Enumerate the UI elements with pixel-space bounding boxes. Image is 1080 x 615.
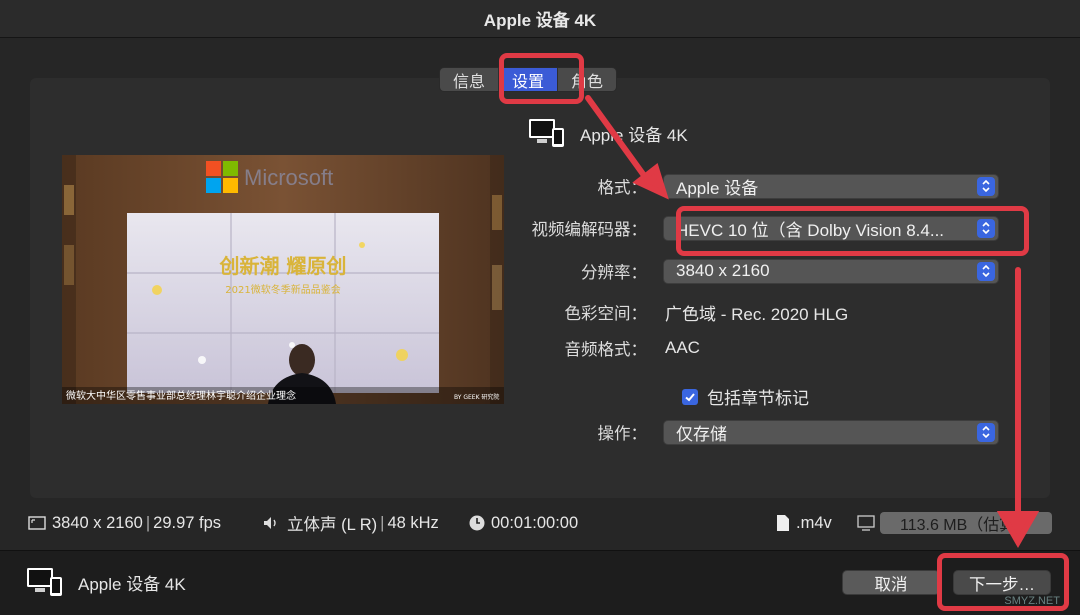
audio-stat: 立体声 (L R) | 48 kHz: [262, 511, 439, 535]
apple-devices-icon: [529, 119, 564, 147]
chapters-checkbox[interactable]: [682, 388, 698, 405]
preview-subheadline: 2021微软冬季新品品鉴会: [225, 283, 340, 296]
estimated-size: 113.6 MB（估算）: [880, 512, 1052, 534]
codec-value: HEVC 10 位（含 Dolby Vision 8.4...: [676, 220, 945, 240]
window-title: Apple 设备 4K: [483, 11, 597, 30]
action-label: 操作：: [597, 425, 648, 443]
status-fps: 29.97 fps: [153, 513, 222, 532]
resolution-row: 分辨率： 3840 x 2160: [520, 257, 1020, 285]
dialog-footer: Apple 设备 4K 取消 下一步…: [0, 550, 1080, 615]
codec-label: 视频编解码器：: [531, 221, 648, 239]
footer-preset-name: Apple 设备 4K: [78, 574, 186, 594]
frame-size-icon: [28, 516, 46, 530]
status-extension: .m4v: [796, 513, 832, 532]
format-label: 格式：: [597, 179, 648, 197]
audio-format-label: 音频格式：: [564, 341, 648, 359]
codec-popup[interactable]: HEVC 10 位（含 Dolby Vision 8.4...: [663, 215, 999, 241]
codec-row: 视频编解码器： HEVC 10 位（含 Dolby Vision 8.4...: [520, 214, 1020, 242]
audio-format-row: 音频格式： AAC: [520, 334, 1020, 362]
next-button[interactable]: 下一步…: [953, 570, 1051, 595]
status-resolution: 3840 x 2160: [52, 513, 143, 532]
preview-caption: 微软大中华区零售事业部总经理林宇聪介绍企业理念: [66, 389, 296, 402]
display-stat: [856, 515, 876, 531]
format-value: Apple 设备: [676, 178, 759, 198]
resolution-popup[interactable]: 3840 x 2160: [663, 258, 999, 284]
status-audio: 立体声 (L R): [287, 516, 378, 534]
cancel-button[interactable]: 取消: [842, 570, 940, 595]
color-space-label: 色彩空间：: [564, 305, 648, 323]
tab-settings[interactable]: 设置: [499, 68, 558, 91]
status-duration: 00:01:00:00: [491, 513, 579, 532]
resolution-stat: 3840 x 2160 | 29.97 fps: [28, 514, 221, 533]
apple-devices-icon: [27, 568, 62, 596]
file-icon: [777, 515, 789, 531]
preset-header: Apple 设备 4K: [528, 118, 688, 148]
action-popup[interactable]: 仅存储: [663, 419, 999, 445]
footer-preset: Apple 设备 4K: [26, 567, 186, 597]
clock-icon: [469, 515, 485, 531]
format-popup[interactable]: Apple 设备: [663, 173, 999, 199]
chevron-updown-icon: [977, 176, 995, 196]
tab-roles[interactable]: 角色: [558, 68, 616, 91]
watermark: SMYZ.NET: [1004, 595, 1060, 607]
status-size: 113.6 MB（估算）: [900, 517, 1032, 534]
chevron-updown-icon: [977, 422, 995, 442]
tab-info[interactable]: 信息: [440, 68, 498, 91]
audio-format-value: AAC: [665, 338, 700, 357]
color-space-value: 广色域 - Rec. 2020 HLG: [665, 304, 849, 324]
duration-stat: 00:01:00:00: [468, 514, 578, 533]
chapters-checkbox-row[interactable]: 包括章节标记: [682, 384, 809, 409]
dialog-content: 信息 设置 角色 Microsoft 创新潮 耀原创 2021微软冬季新品品鉴会…: [0, 38, 1080, 550]
color-space-row: 色彩空间： 广色域 - Rec. 2020 HLG: [520, 298, 1020, 326]
chevron-updown-icon: [977, 261, 995, 281]
video-preview: Microsoft 创新潮 耀原创 2021微软冬季新品品鉴会 微软大中华区零售…: [62, 155, 504, 404]
window-titlebar: Apple 设备 4K: [0, 0, 1080, 38]
extension-stat: .m4v: [776, 514, 832, 533]
preview-credit: BY GEEK 研究院: [454, 393, 499, 401]
chapters-label: 包括章节标记: [707, 389, 809, 408]
action-row: 操作： 仅存储: [520, 418, 1020, 446]
format-row: 格式： Apple 设备: [520, 172, 1020, 200]
action-value: 仅存储: [676, 424, 727, 444]
chevron-updown-icon: [977, 218, 995, 238]
resolution-label: 分辨率：: [581, 264, 647, 282]
resolution-value: 3840 x 2160: [676, 261, 770, 280]
preset-title: Apple 设备 4K: [580, 125, 688, 145]
checkmark-icon: [685, 392, 695, 401]
display-icon: [857, 515, 875, 531]
preview-headline: 创新潮 耀原创: [219, 254, 347, 278]
speaker-icon: [264, 517, 276, 529]
preview-brand: Microsoft: [244, 165, 333, 190]
tab-bar: 信息 设置 角色: [439, 67, 618, 92]
status-sample-rate: 48 kHz: [387, 513, 439, 532]
